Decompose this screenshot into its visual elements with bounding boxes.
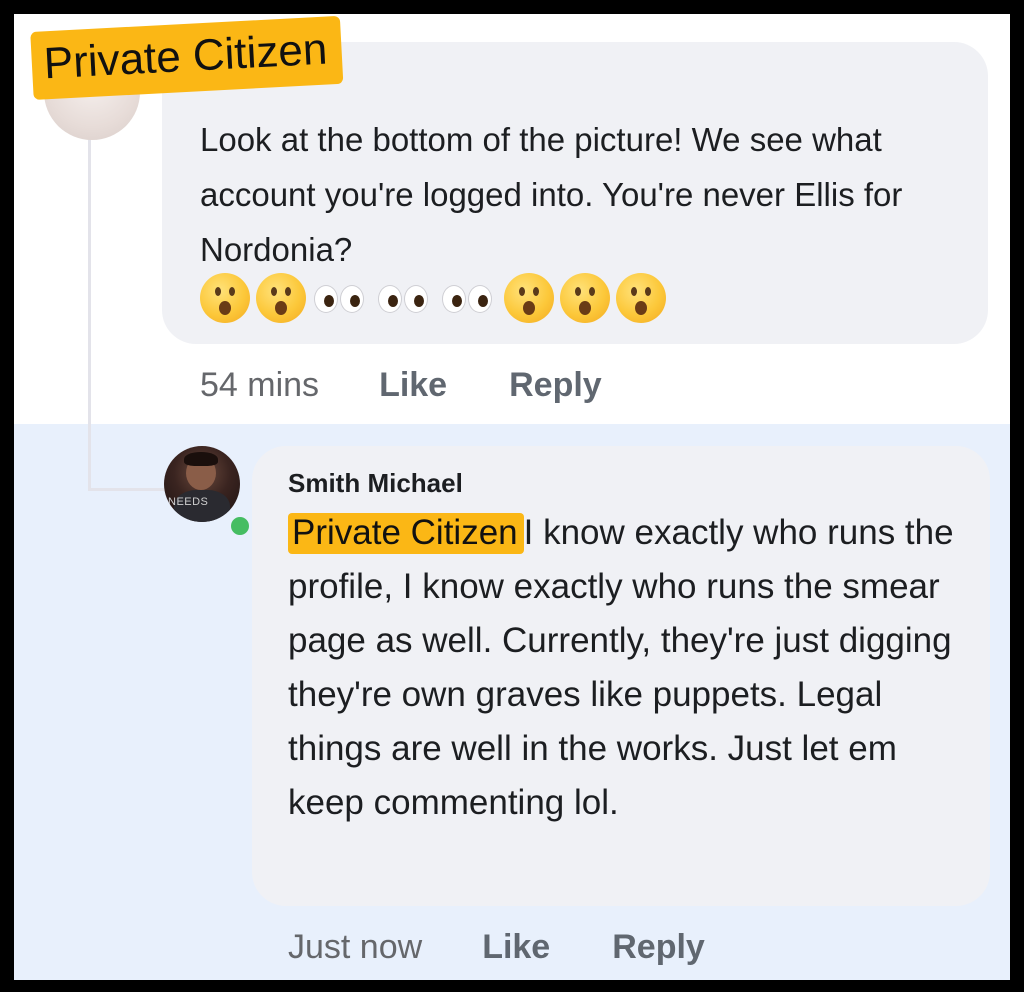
- reply-author-name[interactable]: Smith Michael: [288, 468, 463, 499]
- reply-text: Private Citizen I know exactly who runs t…: [288, 506, 978, 830]
- mention-tag[interactable]: Private Citizen: [288, 513, 524, 554]
- reply-button[interactable]: Reply: [612, 928, 705, 967]
- screenshot-frame: Look at the bottom of the picture! We se…: [14, 14, 1010, 980]
- eyes-icon: [440, 273, 498, 323]
- like-button[interactable]: Like: [482, 928, 550, 967]
- comment-actions: 54 mins Like Reply: [200, 366, 602, 405]
- reply-body: I know exactly who runs the profile, I k…: [288, 513, 954, 822]
- astonished-face-icon: [560, 273, 610, 323]
- avatar-badge: NEEDS: [168, 496, 209, 508]
- reply-button[interactable]: Reply: [509, 366, 602, 405]
- astonished-face-icon: [616, 273, 666, 323]
- astonished-face-icon: [256, 273, 306, 323]
- reply-timestamp[interactable]: Just now: [288, 928, 422, 967]
- avatar-hair: [184, 452, 218, 466]
- like-button[interactable]: Like: [379, 366, 447, 405]
- comment-text: Look at the bottom of the picture! We se…: [200, 121, 903, 268]
- reply-actions: Just now Like Reply: [288, 928, 705, 967]
- eyes-icon: [312, 273, 370, 323]
- online-status-icon: [228, 514, 252, 538]
- reply-author-avatar[interactable]: NEEDS: [164, 446, 240, 522]
- emoji-row: [200, 272, 666, 324]
- thread-line: [88, 134, 91, 490]
- eyes-icon: [376, 273, 434, 323]
- astonished-face-icon: [200, 273, 250, 323]
- comment-timestamp[interactable]: 54 mins: [200, 366, 319, 405]
- astonished-face-icon: [504, 273, 554, 323]
